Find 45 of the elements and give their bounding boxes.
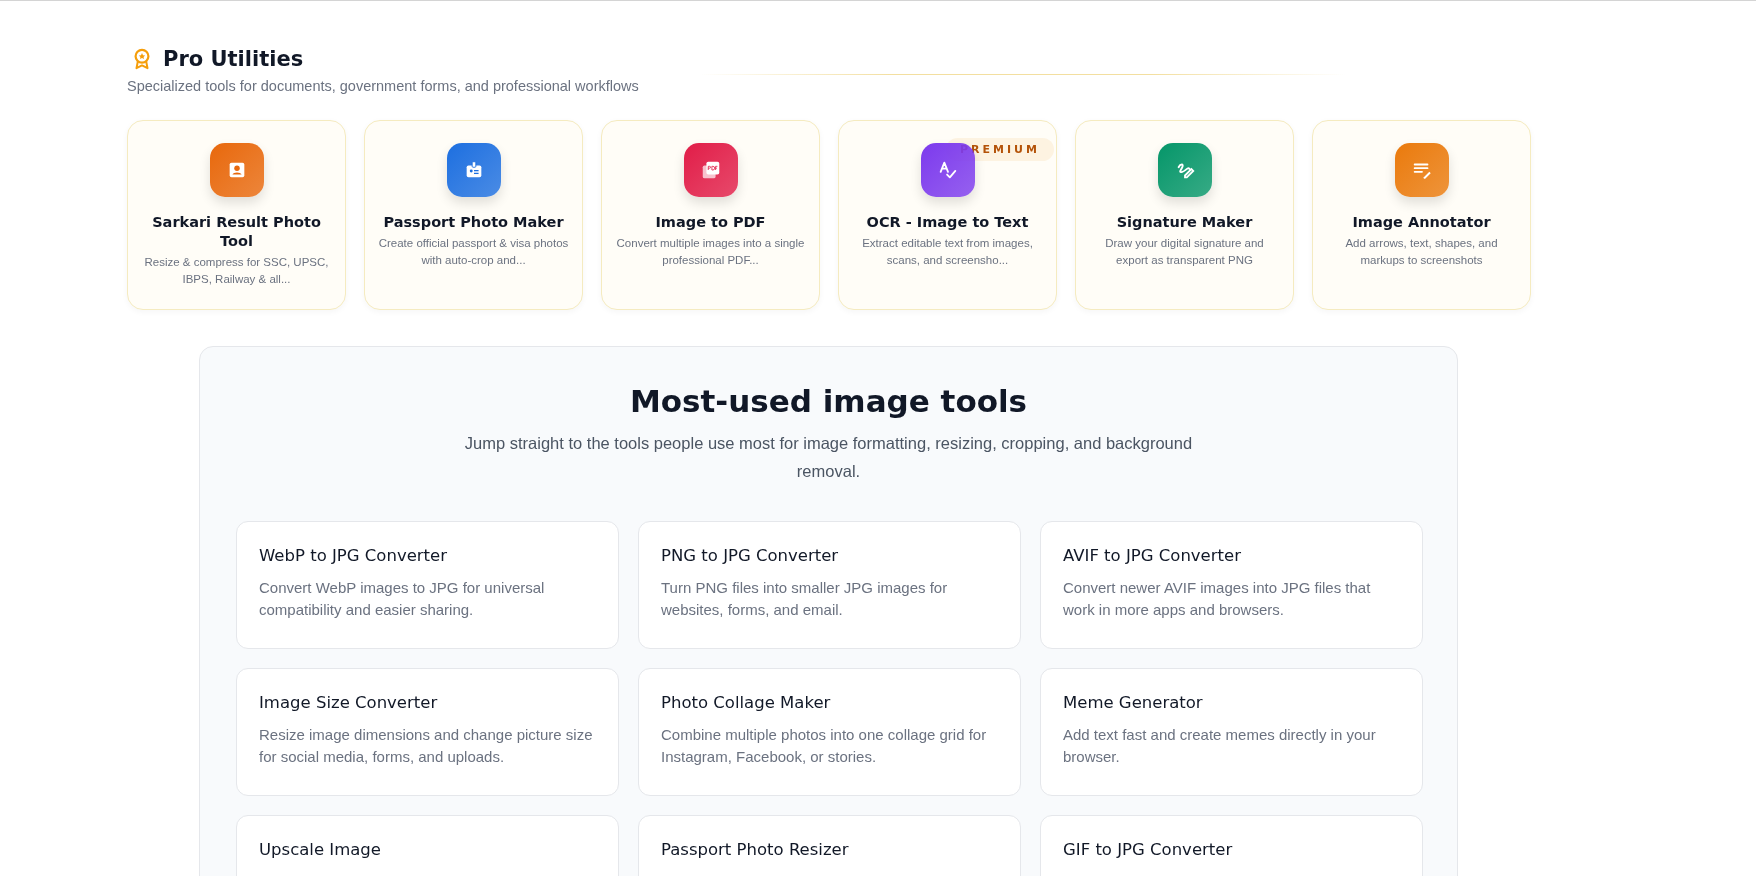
tool-card[interactable]: Passport Photo Maker Create official passport & visa photos with auto-crop and... bbox=[364, 120, 583, 310]
tool-description: Convert newer AVIF images into JPG files that work in more apps and browsers. bbox=[1063, 578, 1372, 620]
tool-card[interactable]: Passport Photo Resizer bbox=[638, 815, 1021, 876]
tool-title: Passport Photo Maker bbox=[383, 213, 564, 232]
panel-title: Most-used image tools bbox=[629, 383, 1028, 419]
panel-subtitle: Jump straight to the tools people use most for image formatting, resizing, cropping, and background removal. bbox=[463, 433, 1194, 482]
tool-card[interactable]: AVIF to JPG Converter Convert newer AVIF images into JPG files that work in more apps and browsers. bbox=[1040, 521, 1423, 649]
tool-card[interactable]: PNG to JPG Converter Turn PNG files into smaller JPG images for websites, forms, and email. bbox=[638, 521, 1021, 649]
tool-title: Passport Photo Resizer bbox=[661, 840, 850, 860]
tool-card[interactable]: GIF to JPG Converter bbox=[1040, 815, 1423, 876]
tool-description: Create official passport & visa photos with auto-crop and... bbox=[377, 236, 570, 268]
tool-description: Combine multiple photos into one collage grid for Instagram, Facebook, or stories. bbox=[661, 725, 988, 767]
tool-description: Extract editable text from images, scans, and screensho... bbox=[861, 236, 1034, 268]
tool-description: Resize image dimensions and change picture size for social media, forms, and uploads. bbox=[259, 725, 594, 767]
tool-title: Photo Collage Maker bbox=[661, 693, 832, 713]
tool-card[interactable]: Signature Maker Draw your digital signature and export as transparent PNG bbox=[1075, 120, 1294, 310]
tool-title: AVIF to JPG Converter bbox=[1063, 546, 1242, 566]
section-subtitle: Specialized tools for documents, government forms, and professional workflows bbox=[127, 78, 640, 94]
tool-card[interactable]: Photo Collage Maker Combine multiple photos into one collage grid for Instagram, Facebook, or stories. bbox=[638, 668, 1021, 796]
tool-title: Meme Generator bbox=[1063, 693, 1204, 713]
tool-card[interactable]: WebP to JPG Converter Convert WebP images to JPG for universal compatibility and easier sharing. bbox=[236, 521, 619, 649]
tool-title: PNG to JPG Converter bbox=[661, 546, 840, 566]
tool-card[interactable]: Sarkari Result Photo Tool Resize & compress for SSC, UPSC, IBPS, Railway & all... bbox=[127, 120, 346, 310]
tool-title: Signature Maker bbox=[1116, 213, 1253, 232]
tool-title: OCR - Image to Text bbox=[866, 213, 1029, 232]
tool-title: WebP to JPG Converter bbox=[259, 546, 448, 566]
tool-card[interactable]: Image Size Converter Resize image dimensions and change picture size for social media, forms, and uploads. bbox=[236, 668, 619, 796]
tool-card[interactable]: Image to PDF Convert multiple images into a single professional PDF... bbox=[601, 120, 820, 310]
section-title: Pro Utilities bbox=[163, 47, 304, 71]
tool-title: Sarkari Result Photo Tool bbox=[151, 213, 322, 251]
tool-title: Image Size Converter bbox=[259, 693, 439, 713]
tool-description: Turn PNG files into smaller JPG images for websites, forms, and email. bbox=[661, 578, 949, 620]
tool-card[interactable]: Image Annotator Add arrows, text, shapes, and markups to screenshots bbox=[1312, 120, 1531, 310]
tool-card[interactable]: Upscale Image bbox=[236, 815, 619, 876]
tool-description: Add text fast and create memes directly in your browser. bbox=[1063, 725, 1377, 767]
tool-card[interactable]: Meme Generator Add text fast and create memes directly in your browser. bbox=[1040, 668, 1423, 796]
tool-title: GIF to JPG Converter bbox=[1063, 840, 1234, 860]
tool-description: Add arrows, text, shapes, and markups to screenshots bbox=[1344, 236, 1499, 268]
tool-title: Upscale Image bbox=[259, 840, 382, 860]
tool-description: Convert WebP images to JPG for universal compatibility and easier sharing. bbox=[259, 578, 546, 620]
tool-description: Resize & compress for SSC, UPSC, IBPS, Railway & all... bbox=[143, 255, 330, 287]
tool-title: Image to PDF bbox=[655, 213, 766, 232]
tool-description: Convert multiple images into a single professional PDF... bbox=[615, 236, 806, 268]
tool-description: Draw your digital signature and export as transparent PNG bbox=[1104, 236, 1265, 268]
tool-title: Image Annotator bbox=[1352, 213, 1491, 232]
